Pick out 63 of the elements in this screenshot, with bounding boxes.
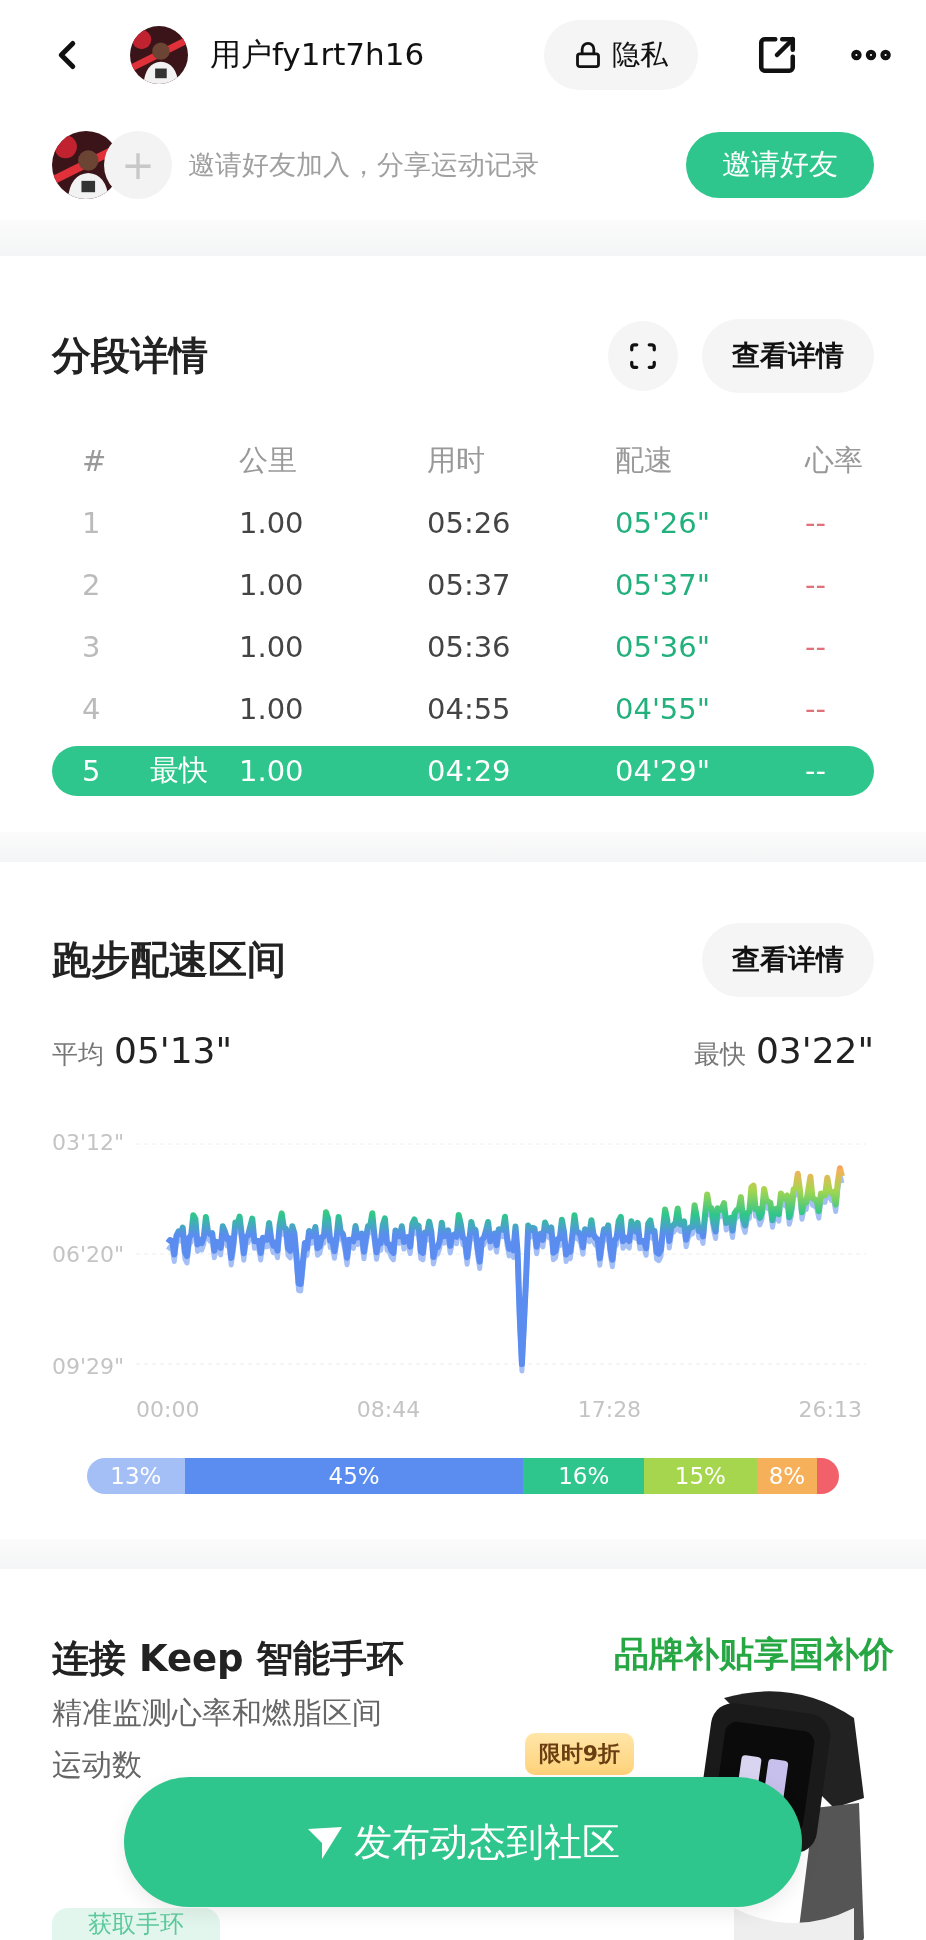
column-header: 公里 [239,442,298,479]
table-cell-text: 05'26" [615,506,712,540]
table-cell-text: 05:36 [427,630,512,664]
table-cell-text: 1.00 [239,506,305,540]
table-cell-text: 1.00 [239,630,305,664]
table-cell-text: 04:55 [427,692,512,726]
username: 用户fy1rt7h16 [210,35,425,74]
get-band-button[interactable]: 获取手环 [52,1908,220,1940]
stat-value: 03'22" [755,1030,874,1071]
table-cell-text: -- [805,754,827,788]
lock-icon [574,41,602,69]
stat-label: 最快 [693,1038,746,1071]
table-cell-text: 1.00 [239,692,305,726]
axis-label: 00:00 [136,1397,200,1423]
column-header: 心率 [805,442,864,479]
table-cell-text: 4 [82,692,102,726]
table-cell-text: 04'29" [615,754,712,788]
table-cell-text: 04'55" [615,692,712,726]
zone-segment: 15% [643,1458,757,1494]
table-cell-text: 5 [82,754,102,788]
axis-label: 26:13 [798,1397,862,1423]
axis-label: 03'12" [52,1130,126,1156]
table-cell-text: -- [805,568,827,602]
zone-segment: 16% [523,1458,644,1494]
table-cell-text: 1 [82,506,102,540]
zone-segment: 8% [756,1458,817,1494]
table-cell-text: 1.00 [239,754,305,788]
table-cell-text: -- [805,692,827,726]
table-cell-text: 05:37 [427,568,512,602]
column-header: # [82,444,108,478]
table-cell-text: 3 [82,630,102,664]
axis-label: 17:28 [577,1397,642,1423]
column-header: 用时 [427,442,486,479]
promo-text: 精准监测心率和燃脂区间 [52,1694,383,1732]
fastest-label: 最快 [150,752,209,789]
zone-segment: 13% [87,1458,185,1494]
add-friend-button[interactable]: + [104,131,172,199]
axis-label: 06'20" [52,1242,126,1268]
ad-title: 品牌补贴享国补价 [614,1633,894,1676]
stat-label: 平均 [52,1038,104,1071]
axis-label: 09'29" [52,1354,126,1380]
table-cell-text: -- [805,506,827,540]
table-cell-text: 05'36" [615,630,712,664]
column-header: 配速 [615,442,674,479]
axis-label: 08:44 [356,1397,421,1423]
promo-title: 连接 Keep 智能手环 [52,1636,406,1682]
discount-badge: 限时9折 [524,1733,634,1775]
privacy-button[interactable]: 隐私 [544,20,698,90]
details-button[interactable]: 查看详情 [702,319,874,393]
table-cell-text: 2 [82,568,102,602]
zone-segment: 45% [184,1458,524,1494]
share-icon[interactable] [756,34,798,76]
details-button[interactable]: 查看详情 [702,923,874,997]
table-cell-text: 05'37" [615,568,712,602]
invite-button[interactable]: 邀请好友 [686,132,874,198]
table-cell-text: 04:29 [427,754,512,788]
section-title: 跑步配速区间 [52,936,286,984]
table-cell-text: 05:26 [427,506,512,540]
invite-text: 邀请好友加入，分享运动记录 [188,148,539,182]
table-cell-text: -- [805,630,827,664]
table-cell-text: 1.00 [239,568,305,602]
section-title: 分段详情 [52,332,208,380]
stat-value: 05'13" [114,1030,233,1071]
